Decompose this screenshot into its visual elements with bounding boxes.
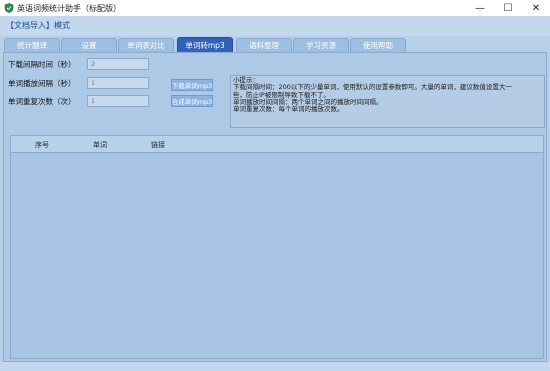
- mp3-panel: 下载间隔时间（秒） 2 单词播放间隔（秒） 1 单词重复次数（次） 1 下载单词…: [3, 52, 547, 362]
- minimize-button[interactable]: —: [466, 0, 494, 16]
- maximize-button[interactable]: ☐: [494, 0, 522, 16]
- tab-strip: 统计翻译 设置 单词表对比 单词转mp3 语料整理 学习资源 使用帮助: [0, 36, 550, 52]
- app-shield-icon: [4, 3, 14, 13]
- title-bar: 英语词频统计助手（标配版） — ☐ ✕: [0, 0, 550, 16]
- word-table[interactable]: 序号 单词 链接: [10, 135, 544, 359]
- merge-mp3-button[interactable]: 合成单词mp3: [171, 95, 213, 107]
- column-index[interactable]: 序号: [35, 140, 49, 150]
- download-mp3-button[interactable]: 下载单词mp3: [171, 79, 213, 91]
- table-header: 序号 单词 链接: [11, 136, 543, 153]
- mode-bar: 【文档导入】模式: [0, 16, 550, 36]
- client-area: 【文档导入】模式 统计翻译 设置 单词表对比 单词转mp3 语料整理 学习资源 …: [0, 16, 550, 371]
- download-timeout-input[interactable]: 2: [87, 58, 149, 70]
- window-title: 英语词频统计助手（标配版）: [17, 4, 121, 13]
- play-interval-input[interactable]: 1: [87, 77, 149, 89]
- minimize-icon: —: [475, 2, 485, 14]
- tips-line: 单词重复次数：每个单词的播放次数。: [233, 105, 344, 114]
- tab-corpus[interactable]: 语料整理: [236, 38, 292, 52]
- tab-word-to-mp3[interactable]: 单词转mp3: [177, 37, 233, 52]
- repeat-count-label: 单词重复次数（次）: [8, 97, 76, 106]
- tips-box: 小提示： 下载间隔时间：200以下的少量单词，使用默认的设置参数即可。大量的单词…: [230, 75, 545, 128]
- play-interval-label: 单词播放间隔（秒）: [8, 79, 76, 88]
- import-mode-link[interactable]: 【文档导入】模式: [6, 20, 70, 31]
- tab-statistics[interactable]: 统计翻译: [4, 38, 60, 52]
- download-timeout-label: 下载间隔时间（秒）: [8, 60, 76, 69]
- maximize-icon: ☐: [503, 2, 513, 14]
- close-button[interactable]: ✕: [522, 0, 550, 16]
- status-bar: [0, 362, 550, 371]
- tab-resources[interactable]: 学习资源: [293, 38, 349, 52]
- repeat-count-input[interactable]: 1: [87, 95, 149, 107]
- tab-wordlist-compare[interactable]: 单词表对比: [118, 38, 174, 52]
- column-word[interactable]: 单词: [93, 140, 107, 150]
- tab-settings[interactable]: 设置: [61, 38, 117, 52]
- column-link[interactable]: 链接: [151, 140, 165, 150]
- close-icon: ✕: [531, 2, 541, 14]
- tab-help[interactable]: 使用帮助: [350, 38, 406, 52]
